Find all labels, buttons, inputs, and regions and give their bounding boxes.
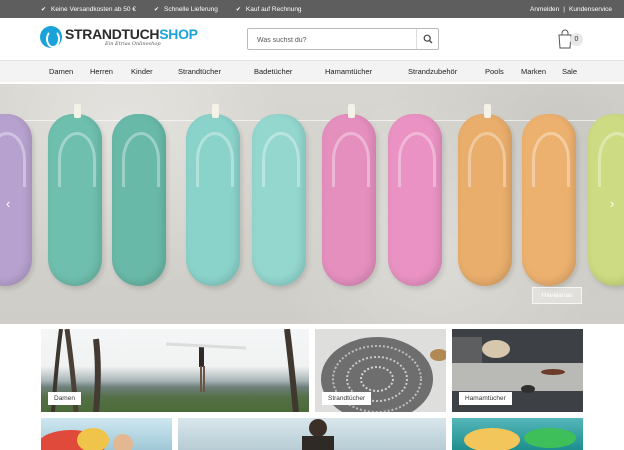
hero-next-arrow[interactable]: ›: [610, 196, 614, 211]
nav-item-damen[interactable]: Damen: [49, 61, 73, 83]
nav-item-sale[interactable]: Sale: [562, 61, 577, 83]
men-beach-image: [302, 419, 334, 450]
nav-item-marken[interactable]: Marken: [521, 61, 546, 83]
top-bar: ✔ Keine Versandkosten ab 50 € ✔ Schnelle…: [0, 0, 624, 18]
nav-item-hamamtuecher[interactable]: Hamamtücher: [325, 61, 372, 83]
logo-tagline: Ein Etrias Onlineshop: [105, 41, 161, 47]
flip-flop-image: [322, 114, 376, 286]
usp-item: ✔ Kauf auf Rechnung: [236, 6, 302, 13]
category-tile-kinder[interactable]: [41, 418, 172, 450]
separator: |: [563, 5, 565, 13]
nav-item-badetuecher[interactable]: Badetücher: [254, 61, 292, 83]
customer-service-link[interactable]: Kundenservice: [569, 6, 612, 13]
category-label[interactable]: Damen: [48, 392, 81, 405]
flip-flop-image: [588, 114, 624, 286]
category-tile-damen[interactable]: Damen: [41, 329, 309, 412]
category-tile-pools[interactable]: [452, 418, 583, 450]
nav-item-herren[interactable]: Herren: [90, 61, 113, 83]
usp-item: ✔ Keine Versandkosten ab 50 €: [41, 6, 136, 13]
nav-item-strandzubehoer[interactable]: Strandzubehör: [408, 61, 457, 83]
nav-item-pools[interactable]: Pools: [485, 61, 504, 83]
main-nav: Damen Herren Kinder Strandtücher Badetüc…: [0, 60, 624, 82]
kids-beach-image: [41, 428, 133, 450]
hero-slider[interactable]: ‹ ›: [0, 84, 624, 324]
clothespin: [74, 104, 81, 118]
flip-flop-image: [458, 114, 512, 286]
flip-flop-image: [252, 114, 306, 286]
login-link[interactable]: Anmelden: [530, 6, 559, 13]
logo-icon: [40, 26, 62, 48]
usp-list: ✔ Keine Versandkosten ab 50 € ✔ Schnelle…: [41, 6, 320, 13]
usp-label: Keine Versandkosten ab 50 €: [51, 5, 136, 13]
flip-flop-image: [388, 114, 442, 286]
clothespin: [212, 104, 219, 118]
logo-suffix: SHOP: [159, 26, 198, 42]
search-button[interactable]: [416, 29, 438, 49]
hero-prev-arrow[interactable]: ‹: [6, 196, 10, 211]
flip-flop-image: [186, 114, 240, 286]
category-tile-hamamtuecher[interactable]: Hamamtücher: [452, 329, 583, 412]
search-icon: [423, 34, 432, 44]
logo-wordmark: STRANDTUCHSHOP: [65, 27, 198, 41]
category-tile-strandtuecher[interactable]: Strandtücher: [315, 329, 446, 412]
pool-float-image: [464, 428, 576, 450]
clothespin: [348, 104, 355, 118]
beach-palm-image: [51, 329, 299, 412]
logo-text: STRANDTUCHSHOP Ein Etrias Onlineshop: [65, 27, 198, 47]
flip-flop-image: [0, 114, 32, 286]
clothespin: [484, 104, 491, 118]
account-links: Anmelden | Kundenservice: [530, 0, 612, 18]
cart-count-badge: 0: [570, 33, 583, 46]
flip-flop-image: [522, 114, 576, 286]
search-box: [247, 28, 439, 51]
usp-item: ✔ Schnelle Lieferung: [154, 6, 218, 13]
search-input[interactable]: [248, 30, 408, 51]
flip-flop-image: [48, 114, 102, 286]
check-icon: ✔: [41, 6, 47, 13]
header: STRANDTUCHSHOP Ein Etrias Onlineshop 0: [0, 18, 624, 60]
flip-flop-image: [112, 114, 166, 286]
check-icon: ✔: [153, 6, 159, 13]
logo-prefix: STRANDTUCH: [65, 26, 160, 42]
nav-item-strandtuecher[interactable]: Strandtücher: [178, 61, 221, 83]
check-icon: ✔: [235, 6, 241, 13]
category-tile-herren[interactable]: [178, 418, 446, 450]
category-label[interactable]: Strandtücher: [322, 392, 372, 405]
usp-label: Schnelle Lieferung: [164, 5, 218, 13]
usp-label: Kauf auf Rechnung: [245, 5, 302, 13]
category-label[interactable]: Hamamtücher: [459, 392, 512, 405]
logo[interactable]: STRANDTUCHSHOP Ein Etrias Onlineshop: [40, 26, 198, 48]
cart-button[interactable]: 0: [557, 28, 583, 50]
hero-cta-button[interactable]: Havaianas: [532, 287, 582, 304]
nav-item-kinder[interactable]: Kinder: [131, 61, 153, 83]
